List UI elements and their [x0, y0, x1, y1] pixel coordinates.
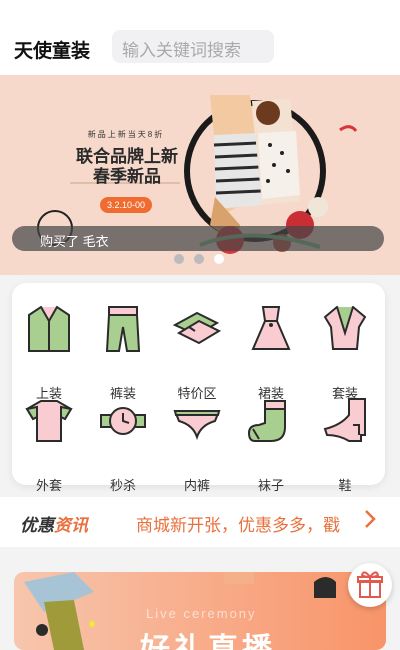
carousel-dots — [174, 252, 234, 264]
carousel-dot[interactable] — [174, 254, 184, 264]
store-name: 天使童装 — [14, 41, 91, 62]
top-bar: 天使童装 输入关键词搜索 — [0, 0, 400, 75]
promo-date-badge: 3.2.10-00 — [100, 197, 152, 213]
promo-title-live: 好礼直播 — [140, 633, 276, 650]
promo-title-line-2: 春季新品 — [93, 167, 161, 187]
category-label: 袜子 — [257, 478, 284, 493]
news-logo-part1: 优惠 — [20, 516, 54, 535]
category-item[interactable]: 裙装 — [236, 303, 306, 401]
gift-button[interactable] — [348, 563, 392, 607]
category-label: 外套 — [35, 478, 62, 493]
category-label: 秒杀 — [109, 478, 136, 493]
news-logo-part2: 资讯 — [54, 516, 88, 535]
coat-icon — [323, 305, 367, 350]
tshirt-icon — [25, 400, 73, 442]
banner-carousel[interactable]: 新品上新当天8折 联合品牌上新 春季新品 3.2.10-00 购买了 毛衣 — [0, 75, 400, 275]
chevron-right-icon[interactable] — [360, 507, 380, 531]
carousel-dot[interactable] — [194, 254, 204, 264]
category-item[interactable]: 裤装 — [88, 303, 158, 401]
news-text: 商城新开张，优惠多多，戳 — [136, 516, 340, 535]
category-label: 内裤 — [183, 478, 210, 493]
shirt-icon — [28, 305, 70, 352]
news-logo: 优惠资讯 — [20, 511, 88, 536]
category-item[interactable]: 外套 — [14, 395, 84, 493]
promo-subtitle: 新品上新当天8折 — [87, 130, 165, 139]
category-item[interactable]: 上装 — [14, 303, 84, 401]
carousel-dot-active[interactable] — [214, 254, 224, 264]
search-input[interactable]: 输入关键词搜索 — [112, 30, 274, 63]
purchase-notice: 购买了 毛衣 — [12, 226, 384, 251]
category-item[interactable]: 套装 — [310, 303, 380, 401]
promo-title-line-1: 联合品牌上新 — [76, 147, 178, 167]
sock-icon — [247, 400, 286, 442]
category-item[interactable]: 内裤 — [162, 395, 232, 493]
folded-clothes-icon — [172, 311, 222, 345]
dress-icon — [251, 306, 291, 350]
promo-title: 联合品牌上新 春季新品 — [74, 147, 180, 187]
category-item[interactable]: 特价区 — [162, 303, 232, 401]
pants-icon — [105, 306, 141, 352]
category-item[interactable]: 秒杀 — [88, 395, 158, 493]
gift-icon — [357, 571, 383, 598]
search-placeholder: 输入关键词搜索 — [122, 41, 241, 60]
promo-english: Live ceremony — [146, 606, 257, 621]
category-grid: 上装 裤装 特价区 裙装 套装 外套 秒杀 内裤 袜子 鞋 — [12, 283, 385, 493]
purchase-notice-text: 购买了 毛衣 — [40, 234, 109, 249]
news-ticker[interactable]: 优惠资讯 商城新开张，优惠多多，戳 — [0, 497, 400, 547]
category-item[interactable]: 鞋 — [310, 395, 380, 493]
high-heel-icon — [323, 398, 366, 442]
watch-icon — [100, 407, 146, 435]
live-promo-banner[interactable]: Live ceremony 好礼直播 — [14, 572, 386, 650]
underwear-icon — [173, 410, 221, 441]
category-item[interactable]: 袜子 — [236, 395, 306, 493]
category-label: 鞋 — [338, 478, 352, 493]
